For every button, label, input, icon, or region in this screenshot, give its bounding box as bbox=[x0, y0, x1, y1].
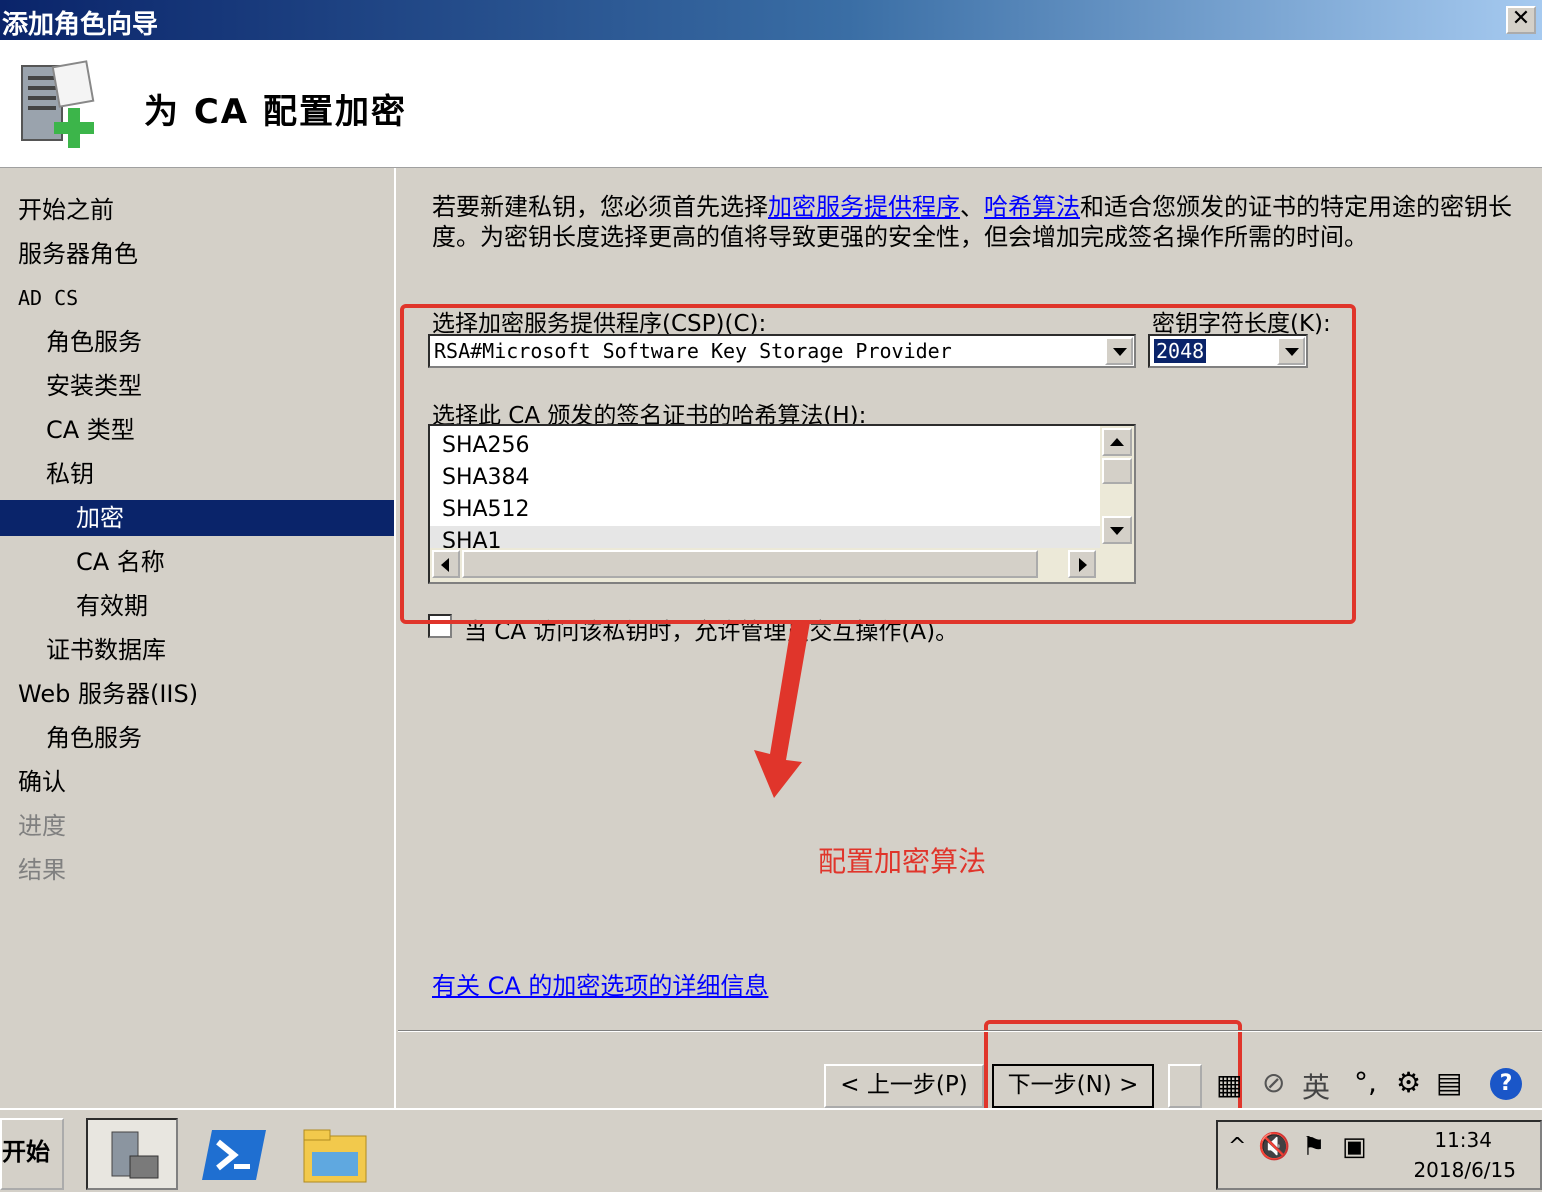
nav-item-server-roles[interactable]: 服务器角色 bbox=[18, 236, 138, 272]
crypto-details-link[interactable]: 有关 CA 的加密选项的详细信息 bbox=[432, 966, 768, 1001]
footer-divider bbox=[398, 1030, 1542, 1032]
hidden-button bbox=[1168, 1064, 1202, 1108]
window-title: 添加角色向导 bbox=[2, 10, 159, 40]
editor-icon[interactable]: ▤ bbox=[1436, 1066, 1462, 1099]
annotation-text: 配置加密算法 bbox=[818, 845, 987, 878]
clock-time[interactable]: 11:34 bbox=[1434, 1128, 1492, 1152]
powershell-icon bbox=[202, 1130, 266, 1180]
nav-item-before-you-begin[interactable]: 开始之前 bbox=[18, 192, 114, 228]
server-manager-task[interactable] bbox=[86, 1118, 178, 1190]
close-button[interactable]: ✕ bbox=[1506, 6, 1536, 34]
keyboard-icon[interactable]: ▦ bbox=[1216, 1068, 1242, 1101]
powershell-task[interactable] bbox=[190, 1118, 282, 1190]
back-button[interactable]: < 上一步(P) bbox=[824, 1064, 984, 1108]
settings-icon[interactable]: ⚙ bbox=[1396, 1066, 1421, 1099]
wizard-nav: 开始之前 服务器角色 AD CS 角色服务 安装类型 CA 类型 私钥 加密 C… bbox=[0, 168, 396, 1108]
nav-item-role-services[interactable]: 角色服务 bbox=[46, 324, 142, 360]
nav-item-cryptography[interactable]: 加密 bbox=[0, 500, 394, 536]
help-icon[interactable]: ? bbox=[1490, 1068, 1522, 1100]
close-icon: ✕ bbox=[1511, 6, 1531, 31]
wizard-header: 为 CA 配置加密 bbox=[0, 40, 1542, 168]
explorer-task[interactable] bbox=[292, 1118, 384, 1190]
volume-muted-icon[interactable]: 🔇 bbox=[1258, 1132, 1290, 1162]
disable-icon[interactable]: ⊘ bbox=[1262, 1066, 1285, 1099]
folder-icon bbox=[303, 1129, 367, 1183]
intro-text-part: 若要新建私钥，您必须首先选择 bbox=[432, 193, 768, 221]
ime-mode-label[interactable]: 英 bbox=[1302, 1066, 1330, 1106]
next-button[interactable]: 下一步(N) > bbox=[992, 1064, 1154, 1108]
nav-item-adcs[interactable]: AD CS bbox=[18, 280, 78, 316]
show-hidden-icons-icon[interactable]: ^ bbox=[1228, 1134, 1246, 1159]
nav-item-progress: 进度 bbox=[18, 812, 66, 840]
punctuation-icon[interactable]: °, bbox=[1354, 1066, 1377, 1099]
action-center-flag-icon[interactable]: ⚑ bbox=[1302, 1132, 1325, 1162]
system-tray: ^ 🔇 ⚑ ▣ 11:34 2018/6/15 bbox=[1216, 1120, 1542, 1190]
title-bar: 添加角色向导 ✕ bbox=[0, 0, 1542, 40]
csp-help-link[interactable]: 加密服务提供程序 bbox=[768, 193, 960, 221]
language-bar: ▦ ⊘ 英 °, ⚙ ▤ ? bbox=[1210, 1064, 1542, 1108]
taskbar: 开始 ^ 🔇 ⚑ ▣ 11:34 2018/6/15 bbox=[0, 1108, 1542, 1192]
nav-item-setup-type[interactable]: 安装类型 bbox=[46, 368, 142, 404]
nav-item-private-key[interactable]: 私钥 bbox=[46, 456, 94, 492]
annotation-highlight-box bbox=[400, 304, 1356, 624]
annotation-arrow-icon bbox=[754, 620, 810, 798]
start-button[interactable]: 开始 bbox=[0, 1118, 64, 1190]
nav-item-ca-name[interactable]: CA 名称 bbox=[76, 544, 165, 580]
nav-item-web-role-services[interactable]: 角色服务 bbox=[46, 720, 142, 756]
intro-text-part: 、 bbox=[960, 193, 984, 221]
nav-item-results: 结果 bbox=[18, 856, 66, 884]
nav-item-ca-type[interactable]: CA 类型 bbox=[46, 412, 135, 448]
page-title: 为 CA 配置加密 bbox=[144, 92, 407, 132]
nav-item-web-server[interactable]: Web 服务器(IIS) bbox=[18, 676, 198, 712]
nav-item-certificate-database[interactable]: 证书数据库 bbox=[46, 632, 166, 668]
hash-help-link[interactable]: 哈希算法 bbox=[984, 193, 1080, 221]
network-icon[interactable]: ▣ bbox=[1342, 1132, 1367, 1162]
intro-text: 若要新建私钥，您必须首先选择加密服务提供程序、哈希算法和适合您颁发的证书的特定用… bbox=[432, 192, 1512, 252]
nav-item-validity-period[interactable]: 有效期 bbox=[76, 588, 148, 624]
clock-date[interactable]: 2018/6/15 bbox=[1413, 1158, 1516, 1182]
server-manager-icon bbox=[111, 1131, 159, 1179]
server-add-icon bbox=[21, 60, 95, 148]
nav-item-confirmation[interactable]: 确认 bbox=[18, 764, 66, 800]
